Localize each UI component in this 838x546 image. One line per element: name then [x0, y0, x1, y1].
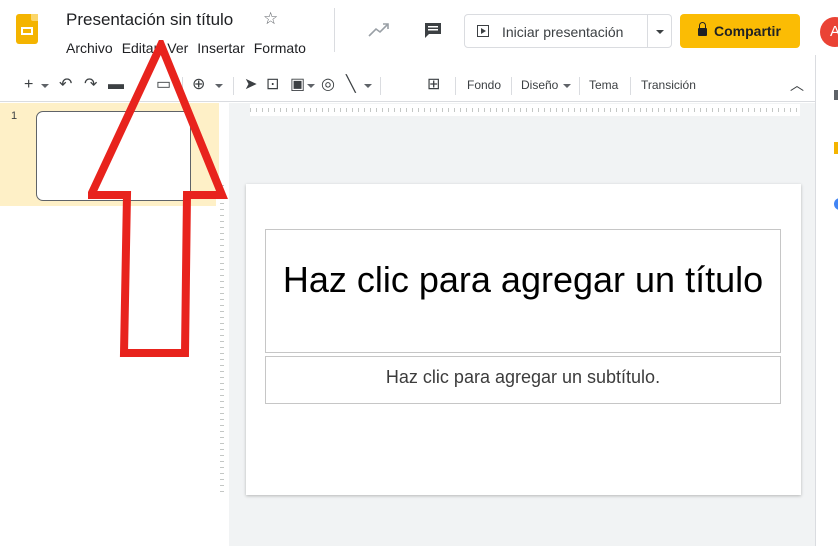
line-caret-icon[interactable] — [364, 84, 372, 88]
horizontal-ruler[interactable] — [250, 104, 800, 116]
insert-comment-icon[interactable]: ⊞ — [427, 76, 440, 94]
background-button[interactable]: Fondo — [467, 70, 501, 101]
share-button[interactable]: Compartir — [680, 14, 800, 48]
layout-caret-icon[interactable] — [563, 84, 571, 88]
lock-icon — [698, 22, 707, 36]
select-cursor-icon[interactable]: ➤ — [244, 76, 257, 94]
toolbar-separator — [630, 77, 631, 95]
toolbar-separator — [511, 77, 512, 95]
shape-icon[interactable]: ◎ — [321, 76, 335, 94]
toolbar-separator — [380, 77, 381, 95]
annotation-arrow-icon — [88, 40, 228, 357]
toolbar-separator — [455, 77, 456, 95]
presentation-options-dropdown[interactable] — [648, 14, 672, 48]
start-presentation-label: Iniciar presentación — [502, 24, 624, 40]
toolbar-separator — [233, 77, 234, 95]
menu-formato[interactable]: Formato — [254, 40, 306, 56]
undo-icon[interactable]: ↶ — [59, 76, 72, 94]
image-icon[interactable]: ▣ — [290, 76, 305, 94]
transition-button[interactable]: Transición — [641, 70, 696, 101]
share-label: Compartir — [714, 23, 781, 39]
start-presentation-button[interactable]: Iniciar presentación — [464, 14, 648, 48]
star-icon[interactable]: ☆ — [263, 9, 278, 29]
new-slide-icon[interactable]: + — [24, 76, 33, 94]
account-avatar[interactable]: A — [820, 17, 838, 47]
title-placeholder[interactable]: Haz clic para agregar un título — [265, 229, 781, 353]
theme-button[interactable]: Tema — [589, 70, 618, 101]
image-caret-icon[interactable] — [307, 84, 315, 88]
subtitle-placeholder[interactable]: Haz clic para agregar un subtítulo. — [265, 356, 781, 404]
document-title[interactable]: Presentación sin título — [66, 10, 233, 30]
collapse-toolbar-icon[interactable]: ︿ — [790, 76, 804, 94]
keep-icon[interactable] — [834, 142, 838, 154]
calendar-icon[interactable] — [834, 90, 838, 100]
layout-button[interactable]: Diseño — [521, 70, 558, 101]
side-panel-divider — [815, 55, 816, 546]
comment-icon[interactable] — [424, 22, 442, 39]
header-divider — [334, 8, 335, 52]
line-icon[interactable]: ╲ — [346, 76, 356, 94]
slide-number: 1 — [11, 110, 18, 122]
new-slide-caret-icon[interactable] — [41, 84, 49, 88]
slides-logo-icon[interactable] — [16, 14, 38, 44]
present-play-icon — [477, 25, 489, 37]
toolbar-separator — [579, 77, 580, 95]
activity-trend-icon[interactable] — [368, 22, 390, 38]
text-box-icon[interactable]: ⊡ — [266, 76, 279, 94]
tasks-icon[interactable] — [834, 198, 838, 210]
